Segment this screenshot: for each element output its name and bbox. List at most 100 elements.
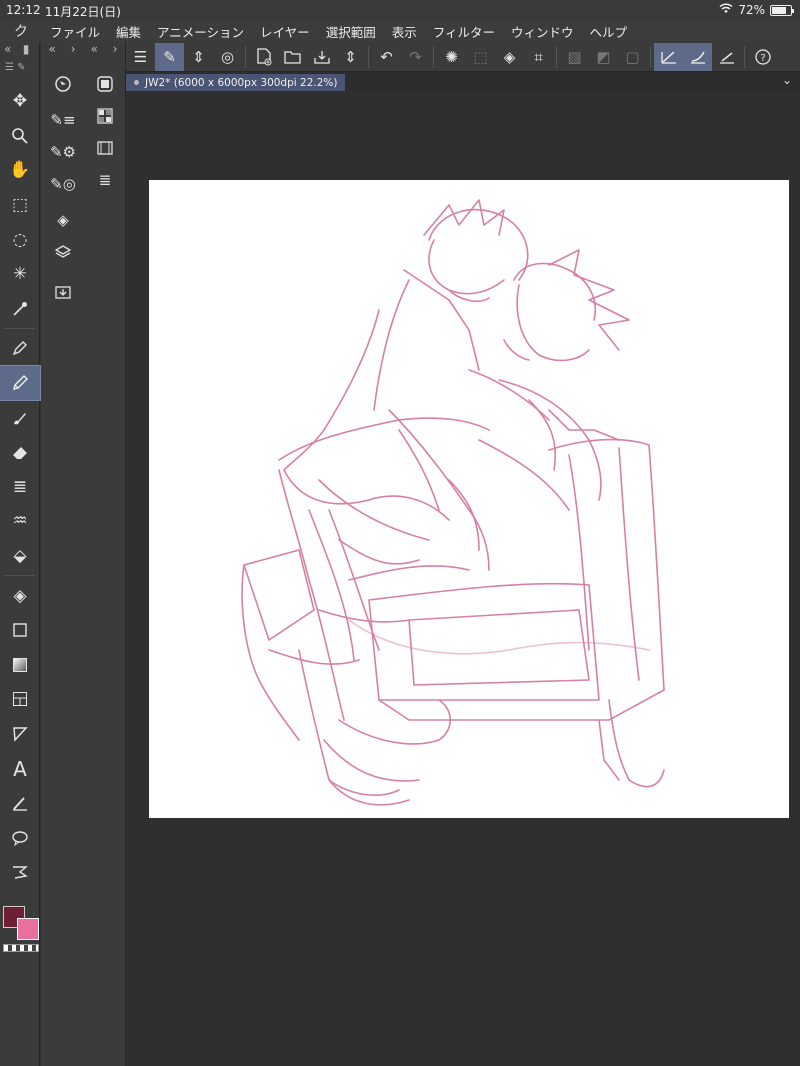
collapse-left-icon[interactable]: « ▮ <box>0 42 39 62</box>
canvas-tab-bar: JW2* (6000 x 6000px 300dpi 22.2%) ⌄ <box>126 72 800 92</box>
tool-property-icon[interactable]: ✎≡ <box>47 104 79 136</box>
blend-tool-icon[interactable]: ≣ <box>0 470 40 505</box>
clip-studio-icon[interactable]: ◎ <box>213 43 242 71</box>
fill-tool-icon[interactable]: ♒ <box>0 504 40 539</box>
decoration-tool-icon[interactable]: ⬙ <box>0 539 40 574</box>
drawing-canvas[interactable] <box>149 180 789 818</box>
zoom-tool-icon[interactable] <box>0 119 40 154</box>
canvas-tab-title: JW2* (6000 x 6000px 300dpi 22.2%) <box>145 76 338 89</box>
color-set-icon[interactable] <box>89 100 121 132</box>
flow-line-icon[interactable] <box>0 855 40 890</box>
transform-icon[interactable]: ⬚ <box>466 43 495 71</box>
menu-view[interactable]: 表示 <box>384 22 425 41</box>
color-wheel-icon[interactable] <box>89 68 121 100</box>
pen-tool-icon[interactable] <box>0 331 40 366</box>
menu-help[interactable]: ヘルプ <box>582 22 636 41</box>
eraser-tool-icon[interactable] <box>0 435 40 470</box>
eyedropper-icon[interactable] <box>0 292 40 327</box>
menu-window[interactable]: ウィンドウ <box>503 22 582 41</box>
snap-special-ruler-icon[interactable] <box>683 42 712 71</box>
sub-tool-detail-icon[interactable]: ✎⚙ <box>47 136 79 168</box>
object-tool-icon[interactable]: ⬚ <box>0 188 40 223</box>
auto-action-icon[interactable]: ≣ <box>89 164 121 196</box>
palette-icons-right: ≣ <box>89 68 121 196</box>
crop-icon[interactable]: ⌗ <box>524 43 553 71</box>
menu-animation[interactable]: アニメーション <box>149 22 252 41</box>
status-time: 12:12 <box>6 3 41 17</box>
fill-command-icon[interactable]: ◈ <box>495 43 524 71</box>
select-all-icon[interactable]: ▢ <box>618 43 647 71</box>
sub-color-swatch[interactable] <box>17 918 39 940</box>
main-menu-icon[interactable]: ☰ <box>126 43 155 71</box>
command-divider <box>433 45 434 68</box>
expand-right-icon[interactable]: › <box>71 42 76 62</box>
tool-divider <box>4 575 35 577</box>
balloon-tool-icon[interactable] <box>0 820 40 855</box>
brush-tool-icon[interactable] <box>0 400 40 435</box>
command-divider <box>556 45 557 68</box>
pencil-tool-icon[interactable] <box>0 364 41 402</box>
sketch-drawing <box>241 199 665 806</box>
collapse-left-icon[interactable]: « <box>48 42 55 62</box>
timeline-icon[interactable] <box>89 132 121 164</box>
status-bar: 12:12 11月22日(日) 72% <box>0 0 800 20</box>
battery-percent: 72% <box>738 3 765 17</box>
battery-icon <box>770 4 794 16</box>
palette-icons-left: ✎≡ ✎⚙ ✎◎ ◈ <box>47 68 79 308</box>
paint-bucket-icon[interactable]: ◈ <box>0 578 40 613</box>
clear-selection-icon[interactable]: ▧ <box>560 43 589 71</box>
menu-file[interactable]: ファイル <box>42 22 108 41</box>
redo-icon[interactable]: ↷ <box>401 43 430 71</box>
menu-selection[interactable]: 選択範囲 <box>318 22 384 41</box>
hand-tool-icon[interactable]: ✋ <box>0 153 40 188</box>
tool-divider <box>4 328 35 330</box>
menu-layer[interactable]: レイヤー <box>252 22 318 41</box>
tool-palette: « ▮ ☰ ✎ ✥ ✋ ⬚ ◌ ✳ ≣ ♒ ⬙ ◈ A <box>0 42 41 1066</box>
app-logo-icon[interactable]: ク <box>0 21 42 41</box>
save-icon[interactable] <box>307 43 336 71</box>
collapse-left-icon[interactable]: « <box>90 42 97 62</box>
snap-ruler-icon[interactable] <box>654 42 683 71</box>
layer-palette-icon[interactable] <box>47 236 79 268</box>
status-date: 11月22日(日) <box>45 5 121 19</box>
close-tab-icon[interactable] <box>134 80 139 85</box>
gradient-tool-icon[interactable] <box>0 648 40 683</box>
text-tool-icon[interactable]: A <box>0 751 40 786</box>
menu-filter[interactable]: フィルター <box>425 22 503 41</box>
menu-bar: ク ファイル 編集 アニメーション レイヤー 選択範囲 表示 フィルター ウィン… <box>0 20 800 42</box>
spin-arrows-icon[interactable]: ⇕ <box>336 43 365 71</box>
correct-line-icon[interactable] <box>0 786 40 821</box>
lasso-select-icon[interactable]: ◌ <box>0 222 40 257</box>
simple-mode-toggle-icon[interactable]: ✎ <box>155 42 184 71</box>
expand-right-icon[interactable]: › <box>113 42 118 62</box>
spin-arrows-icon[interactable]: ⇕ <box>184 43 213 71</box>
layer-property-icon[interactable]: ◈ <box>47 204 79 236</box>
snap-grid-icon[interactable] <box>712 43 741 71</box>
palette-menu-icon[interactable]: ☰ ✎ <box>0 62 39 84</box>
clip-studio-app: 12:12 11月22日(日) 72% ク ファイル 編集 アニメーション レイ… <box>0 0 800 1066</box>
figure-tool-icon[interactable] <box>0 613 40 648</box>
material-icon[interactable] <box>47 276 79 308</box>
navigator-icon[interactable] <box>47 68 79 100</box>
new-file-icon[interactable] <box>249 43 278 71</box>
menu-edit[interactable]: 編集 <box>108 22 149 41</box>
move-tool-icon[interactable]: ✥ <box>0 84 40 119</box>
auto-select-icon[interactable]: ✳ <box>0 257 40 292</box>
canvas-tab[interactable]: JW2* (6000 x 6000px 300dpi 22.2%) <box>126 74 346 91</box>
ruler-tool-icon[interactable] <box>0 717 40 752</box>
undo-icon[interactable]: ↶ <box>372 43 401 71</box>
brush-size-icon[interactable]: ✎◎ <box>47 168 79 200</box>
help-icon[interactable]: ? <box>748 43 777 71</box>
svg-text:?: ? <box>760 53 765 64</box>
subpanel-collapse-bar: « › « › <box>41 42 125 62</box>
invert-selection-icon[interactable]: ◩ <box>589 43 618 71</box>
command-divider <box>744 45 745 68</box>
wifi-icon <box>719 3 733 17</box>
command-divider <box>245 45 246 68</box>
chevron-down-icon[interactable]: ⌄ <box>782 73 792 87</box>
loading-icon[interactable]: ✺ <box>437 43 466 71</box>
transparent-color-swatch[interactable] <box>3 944 39 952</box>
open-file-icon[interactable] <box>278 43 307 71</box>
frame-tool-icon[interactable] <box>0 682 40 717</box>
color-indicator[interactable] <box>3 906 39 956</box>
